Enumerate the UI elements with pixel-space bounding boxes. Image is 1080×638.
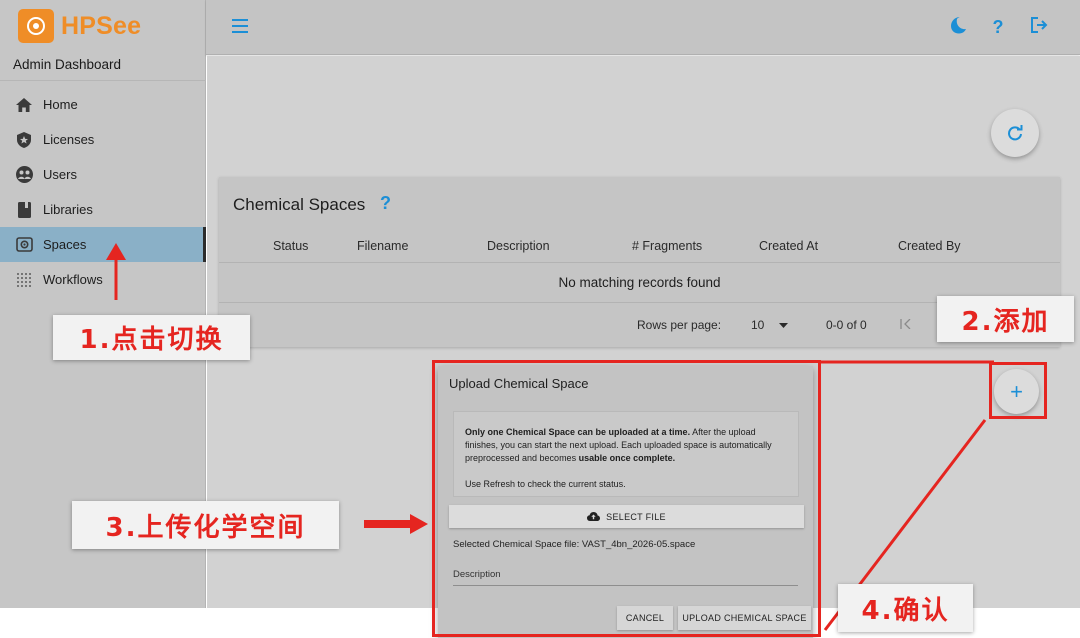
rows-per-page-value: 10	[751, 318, 765, 332]
dialog-highlight-box	[432, 360, 821, 637]
sidebar-nav: Home Licenses Users Libraries Spaces Wor…	[0, 87, 206, 297]
hpsee-logo-icon	[18, 9, 54, 43]
app-logo[interactable]: HPSee	[18, 9, 141, 43]
logout-icon[interactable]	[1028, 16, 1050, 38]
rows-per-page-select[interactable]: 10	[751, 318, 789, 332]
spaces-icon	[15, 236, 33, 254]
chemical-spaces-table-card: Chemical Spaces ? Status Filename Descri…	[219, 177, 1060, 347]
empty-table-message: No matching records found	[558, 275, 721, 290]
top-app-bar: ?	[206, 0, 1080, 55]
sidebar-item-libraries[interactable]: Libraries	[0, 192, 206, 227]
sidebar-item-home[interactable]: Home	[0, 87, 206, 122]
rows-per-page-label: Rows per page:	[637, 318, 722, 332]
column-header-created-at[interactable]: Created At	[759, 239, 818, 253]
sidebar-item-users[interactable]: Users	[0, 157, 206, 192]
add-button-highlight-box	[989, 362, 1047, 419]
app-name: HPSee	[61, 11, 142, 40]
home-icon	[15, 96, 33, 114]
workflows-icon	[15, 271, 33, 289]
column-header-fragments[interactable]: # Fragments	[632, 239, 702, 253]
badge-icon	[15, 131, 33, 149]
dashboard-title: Admin Dashboard	[13, 57, 122, 72]
annotation-step-2: 2.添加	[937, 296, 1074, 342]
refresh-button[interactable]	[991, 109, 1039, 157]
refresh-icon	[1008, 125, 1023, 141]
pagination-range: 0-0 of 0	[826, 318, 867, 332]
column-header-created-by[interactable]: Created By	[898, 239, 961, 253]
chevron-down-icon	[779, 322, 789, 328]
sidebar-item-spaces[interactable]: Spaces	[0, 227, 206, 262]
annotation-step-3: 3.上传化学空间	[72, 501, 339, 549]
menu-icon[interactable]	[232, 19, 248, 33]
first-page-icon[interactable]	[900, 318, 911, 332]
column-header-filename[interactable]: Filename	[357, 239, 408, 253]
footer-divider	[219, 302, 1060, 303]
sidebar-divider	[0, 80, 206, 81]
sidebar-item-label: Home	[43, 97, 78, 112]
annotation-step-1: 1.点击切换	[53, 315, 250, 360]
column-header-description[interactable]: Description	[487, 239, 550, 253]
column-header-status[interactable]: Status	[273, 239, 308, 253]
sidebar-item-workflows[interactable]: Workflows	[0, 262, 206, 297]
sidebar-item-label: Spaces	[43, 237, 87, 252]
help-icon[interactable]: ?	[987, 16, 1009, 38]
sidebar-item-label: Users	[43, 167, 77, 182]
users-icon	[15, 166, 33, 184]
help-icon[interactable]: ?	[380, 193, 391, 214]
header-divider	[219, 262, 1060, 263]
dark-mode-icon[interactable]	[947, 16, 969, 38]
sidebar-item-label: Libraries	[43, 202, 93, 217]
book-icon	[15, 201, 33, 219]
annotation-step-4: 4.确认	[838, 584, 973, 632]
sidebar-item-label: Licenses	[43, 132, 95, 147]
table-title: Chemical Spaces	[233, 195, 366, 214]
sidebar-item-label: Workflows	[43, 272, 103, 287]
sidebar-item-licenses[interactable]: Licenses	[0, 122, 206, 157]
